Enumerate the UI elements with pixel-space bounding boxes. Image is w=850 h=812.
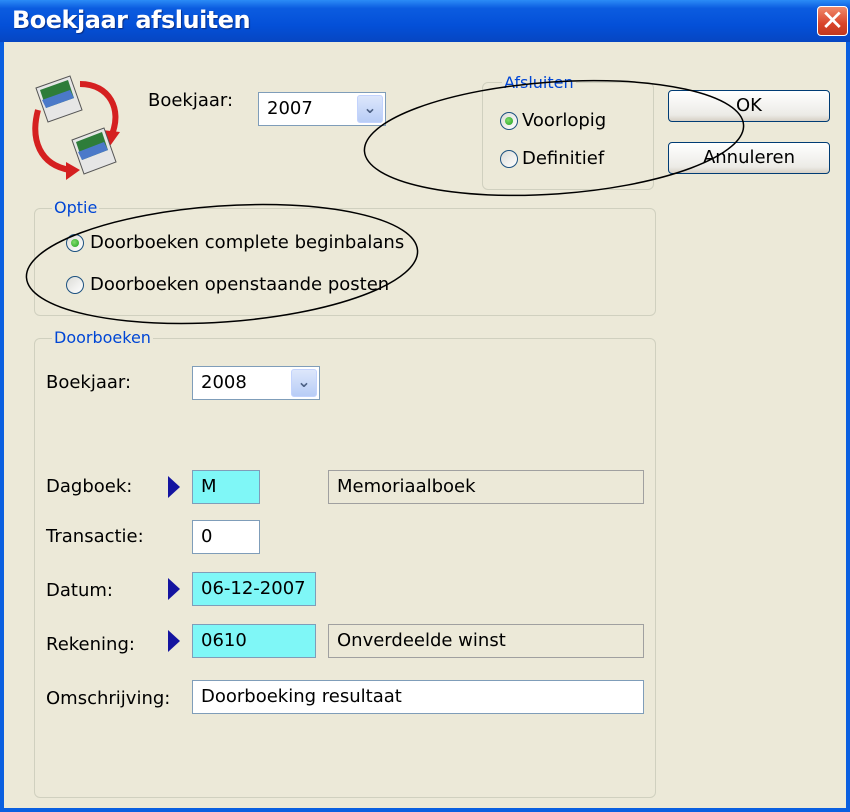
close-icon: ✕ — [820, 4, 845, 37]
annotation-ellipse-optie — [25, 203, 419, 325]
dialog-client-area: Boekjaar: 2007 ⌄ Afsluiten Voorlopig Def… — [4, 42, 846, 808]
annotation-ellipses — [25, 79, 745, 325]
dialog-window: Boekjaar afsluiten ✕ Boekjaar: 2007 ⌄ Af… — [0, 0, 850, 812]
title-bar[interactable]: Boekjaar afsluiten ✕ — [0, 0, 850, 42]
close-button[interactable]: ✕ — [817, 4, 848, 37]
annotation-ellipse-afsluiten — [363, 79, 745, 197]
window-title: Boekjaar afsluiten — [12, 6, 251, 34]
